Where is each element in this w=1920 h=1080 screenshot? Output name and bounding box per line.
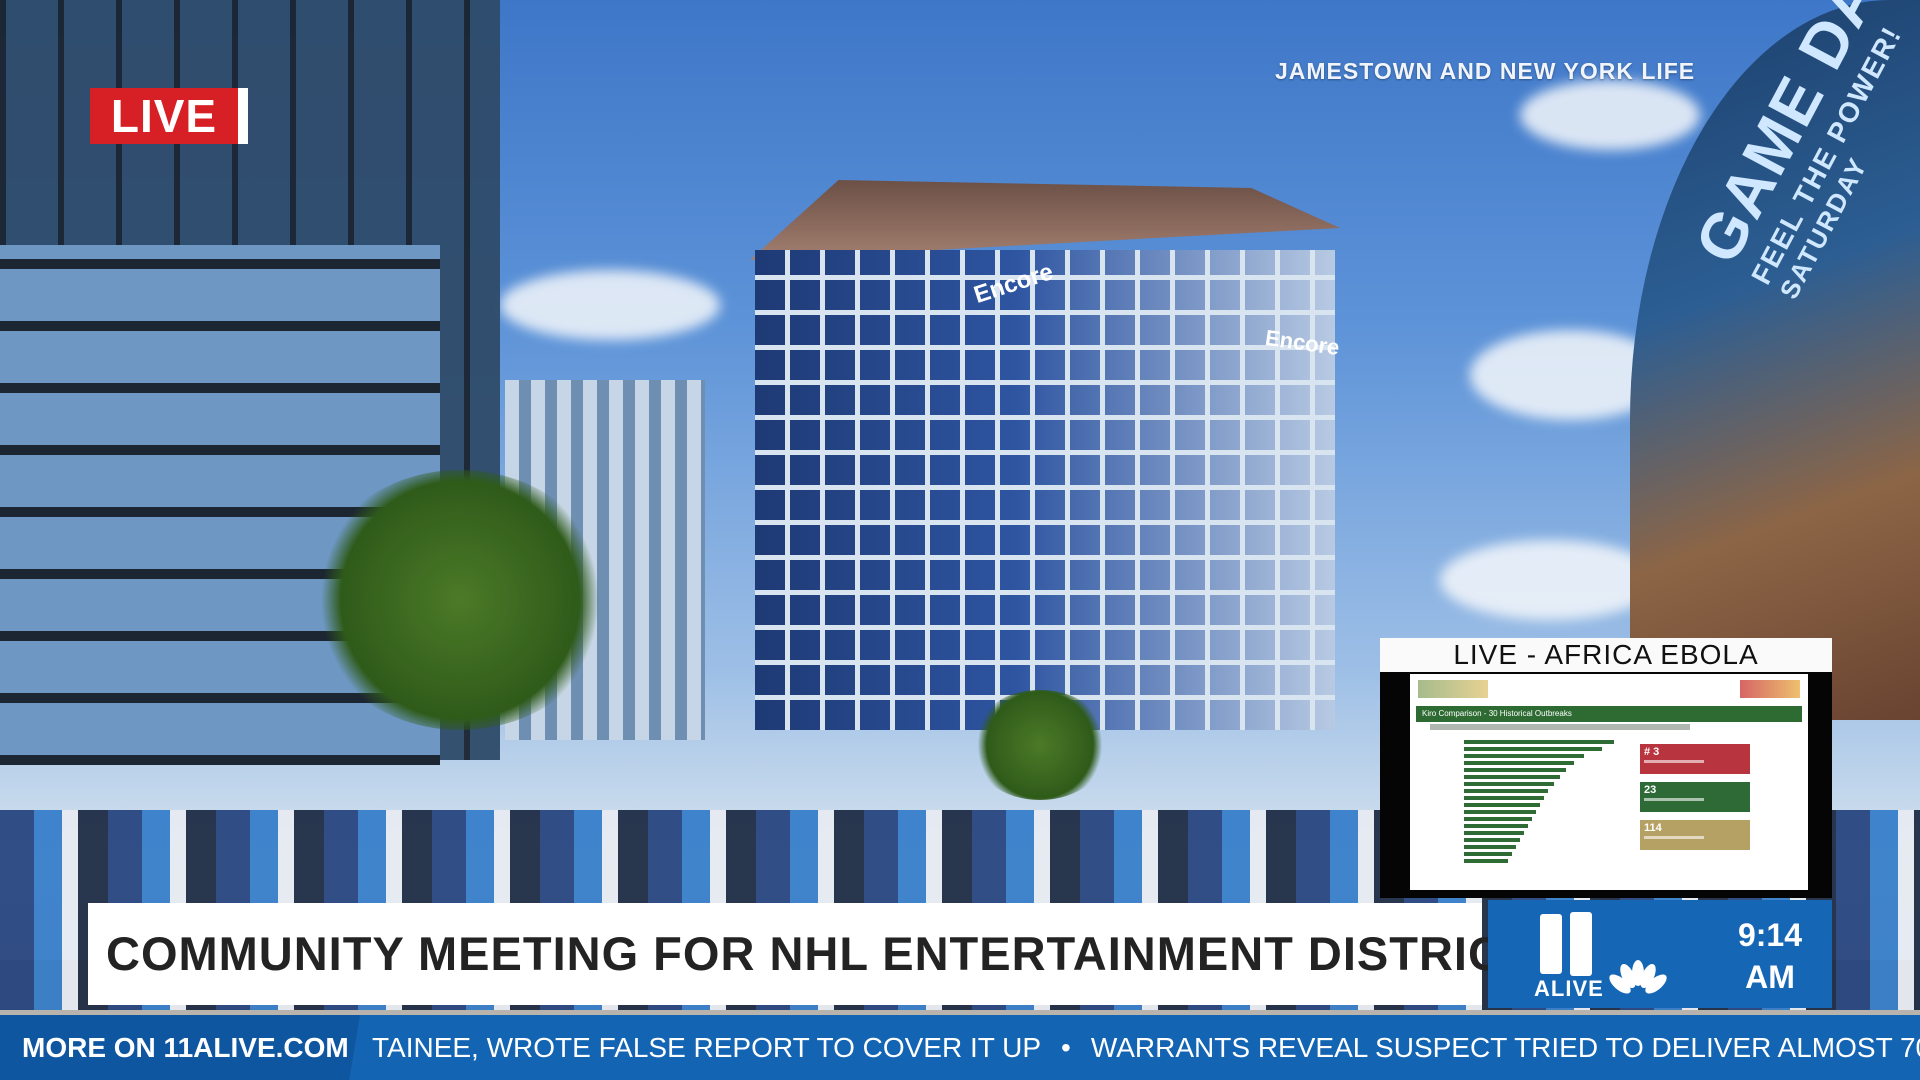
cloud — [1440, 540, 1660, 620]
station-brand: ALIVE — [1534, 976, 1604, 1001]
slide-header — [1418, 680, 1800, 702]
chart-bar — [1464, 796, 1544, 800]
cloud — [1520, 80, 1700, 150]
chart-bar — [1464, 740, 1614, 744]
clock-meridiem: AM — [1745, 959, 1795, 995]
tree — [310, 470, 610, 730]
chart-bar — [1464, 831, 1524, 835]
ticker-label: MORE ON 11ALIVE.COM — [0, 1015, 360, 1080]
chart-bar — [1464, 754, 1584, 758]
encore-hotel-building: Encore Encore — [755, 250, 1341, 730]
agency-logo-icon — [1418, 680, 1488, 698]
presentation-slide: Kiro Comparison - 30 Historical Outbreak… — [1410, 674, 1808, 890]
hotel-roof — [750, 180, 1340, 260]
kpi-value: # 3 — [1644, 746, 1660, 758]
chart-bar — [1464, 782, 1554, 786]
chart-bar — [1464, 768, 1566, 772]
chart-bar — [1464, 859, 1508, 863]
headline: COMMUNITY MEETING FOR NHL ENTERTAINMENT … — [106, 927, 1533, 980]
ticker-crawl: TAINEE, WROTE FALSE REPORT TO COVER IT U… — [372, 1015, 1920, 1080]
station-logo: ALIVE — [1534, 912, 1674, 1001]
picture-in-picture: LIVE - AFRICA EBOLA PRESSER Kiro Compari… — [1380, 638, 1832, 898]
news-ticker: MORE ON 11ALIVE.COM TAINEE, WROTE FALSE … — [0, 1015, 1920, 1080]
chart-bar — [1464, 747, 1602, 751]
slide-bar-chart — [1464, 740, 1614, 868]
clock: 9:14 AM — [1723, 914, 1817, 998]
kpi-value: 114 — [1644, 822, 1662, 834]
chart-bar — [1464, 817, 1532, 821]
kpi-value: 23 — [1644, 784, 1657, 796]
tree — [970, 690, 1110, 800]
hotel-sign: Encore — [970, 258, 1057, 309]
chart-bar — [1464, 810, 1536, 814]
hotel-sign: Encore — [1263, 324, 1342, 361]
kpi-box: 114 — [1640, 820, 1750, 850]
peacock-icon — [1609, 960, 1667, 994]
eleven-logo-icon — [1538, 912, 1598, 976]
ticker-item: WARRANTS REVEAL SUSPECT TRIED TO DELIVER… — [1090, 1032, 1920, 1063]
chart-bar — [1464, 838, 1520, 842]
ticker-item: TAINEE, WROTE FALSE REPORT TO COVER IT U… — [372, 1032, 1042, 1063]
chart-bar — [1464, 803, 1540, 807]
pip-title: LIVE - AFRICA EBOLA PRESSER — [1380, 638, 1832, 704]
chart-bar — [1464, 789, 1548, 793]
image-credit: JAMESTOWN AND NEW YORK LIFE — [1275, 58, 1696, 84]
chart-bar — [1464, 852, 1512, 856]
kpi-box: # 3 — [1640, 744, 1750, 774]
slide-heading: Kiro Comparison - 30 Historical Outbreak… — [1416, 706, 1802, 722]
chart-bar — [1464, 775, 1560, 779]
clock-time: 9:14 — [1737, 917, 1803, 953]
partner-logo-icon — [1740, 680, 1800, 698]
cloud — [500, 270, 720, 340]
live-badge: LIVE — [90, 88, 248, 144]
ticker-separator: • — [1061, 1032, 1071, 1063]
station-bug: ALIVE 9:14 AM — [1488, 900, 1832, 1008]
chart-bar — [1464, 761, 1574, 765]
kpi-box: 23 — [1640, 782, 1750, 812]
chart-bar — [1464, 845, 1516, 849]
chart-bar — [1464, 824, 1528, 828]
lower-third: COMMUNITY MEETING FOR NHL ENTERTAINMENT … — [88, 903, 1532, 1005]
slide-subtitle-line — [1430, 724, 1690, 730]
